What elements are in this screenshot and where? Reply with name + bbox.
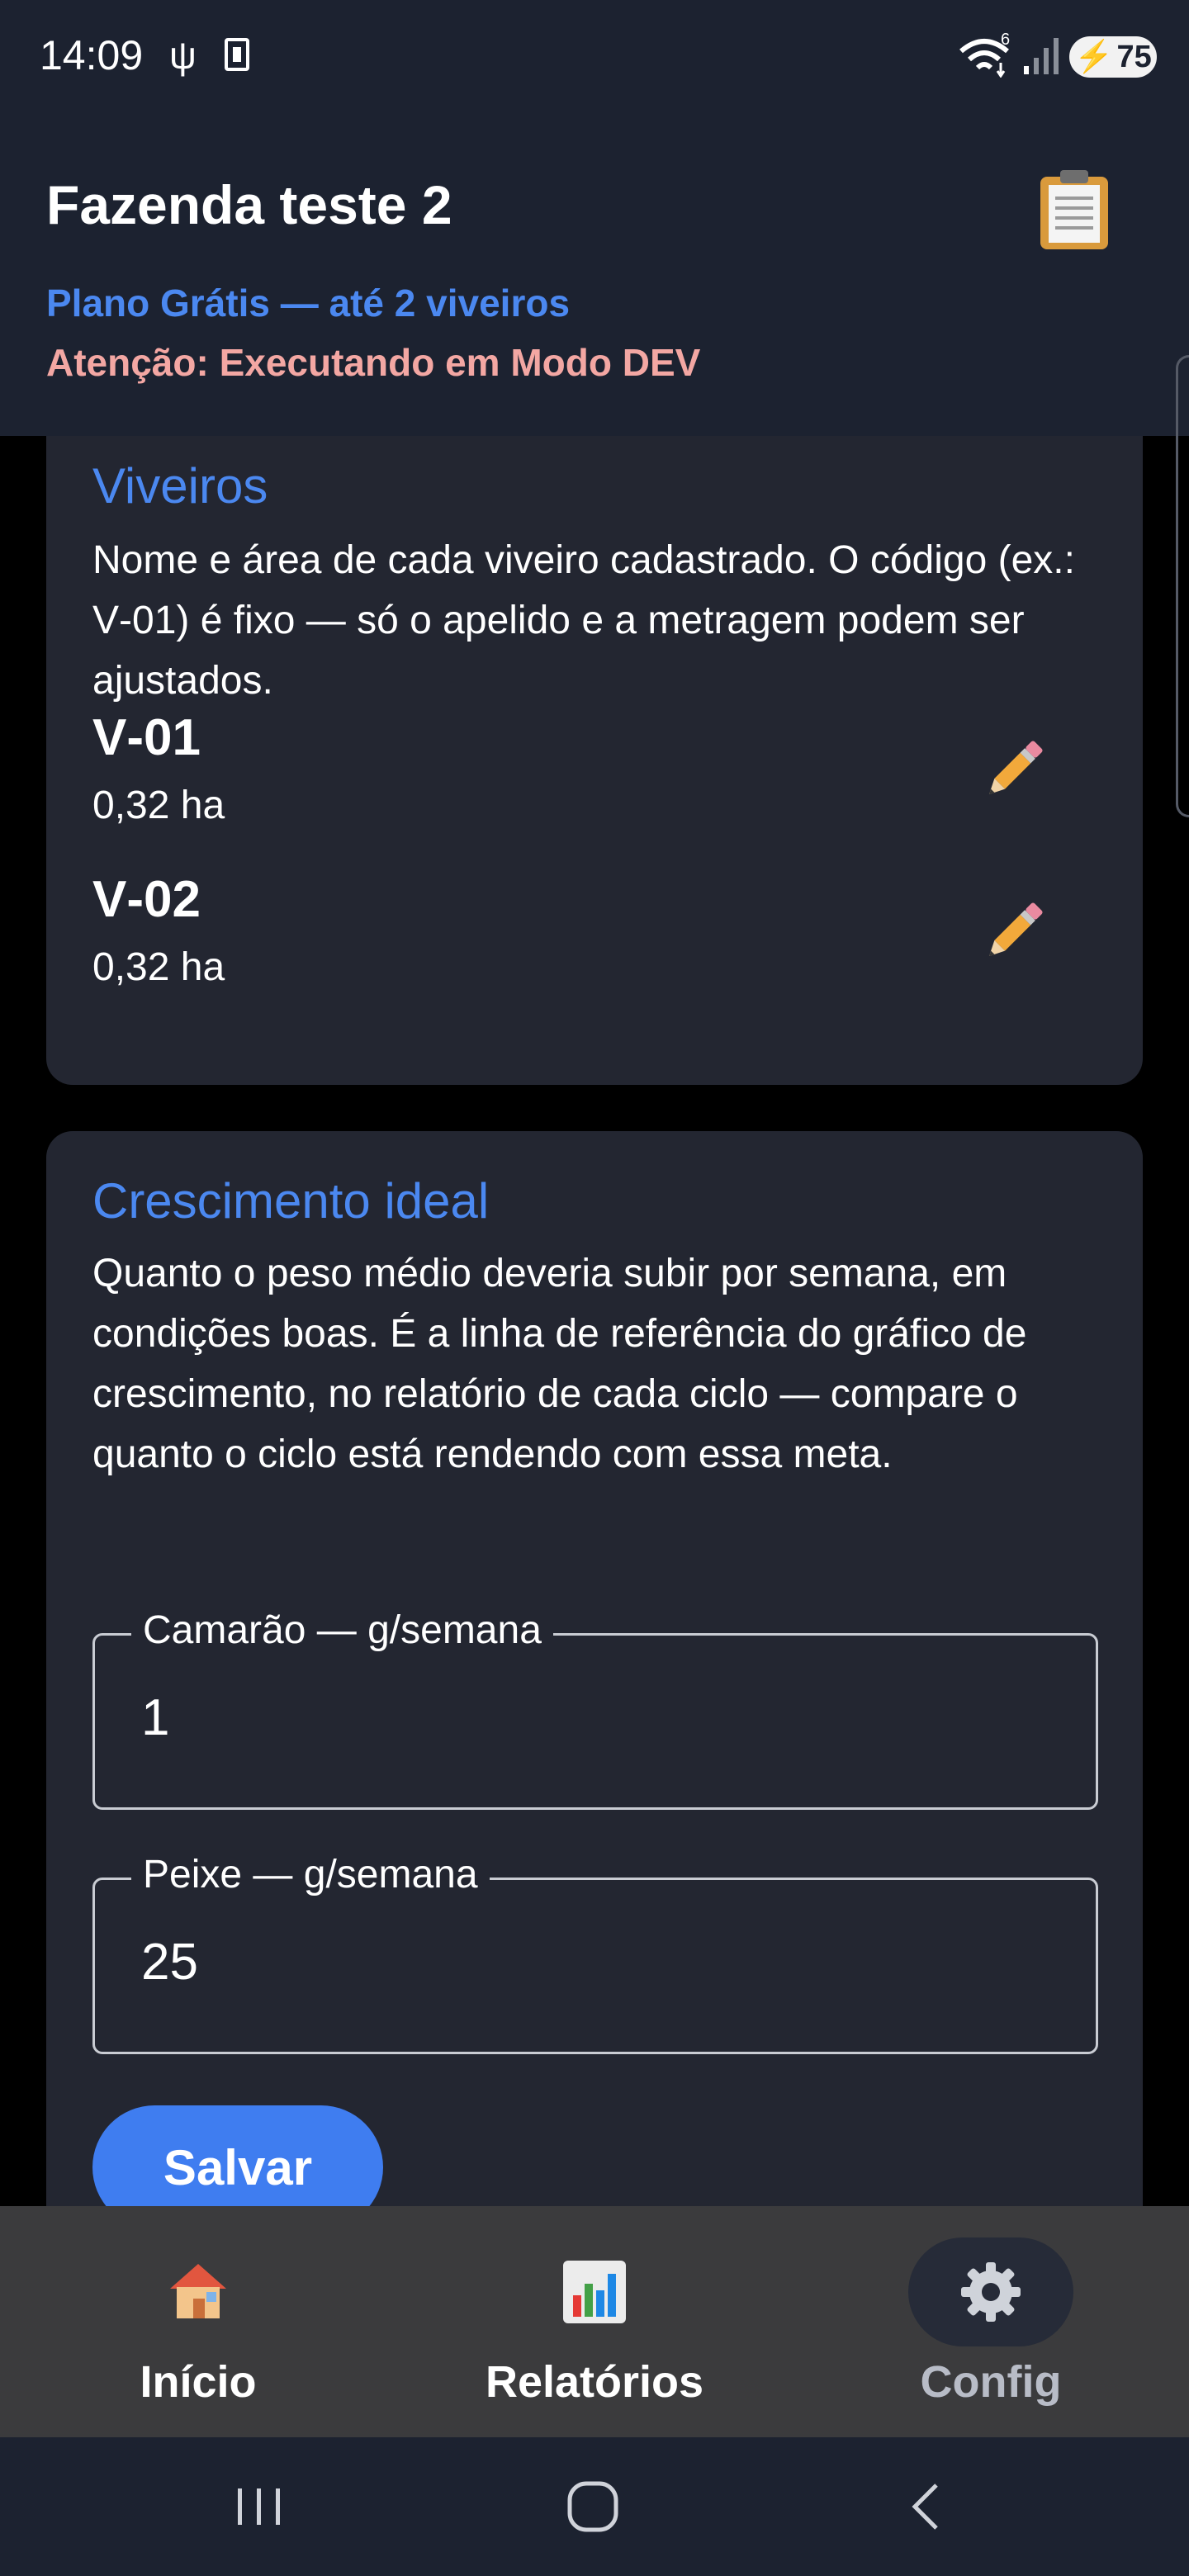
clipboard-icon[interactable] — [1039, 168, 1110, 251]
edge-panel-handle[interactable] — [1176, 355, 1189, 817]
wifi-badge: 6 — [1001, 33, 1010, 49]
battery-charging-icon: ⚡ — [1074, 40, 1114, 74]
clock: 14:09 — [40, 32, 144, 78]
pencil-icon[interactable] — [976, 733, 1050, 807]
bottom-navigation: Início Relatórios Config — [0, 2206, 1189, 2437]
farm-title: Fazenda teste 2 — [46, 174, 452, 235]
nav-label: Relatórios — [485, 2357, 704, 2407]
sim-card-icon — [225, 38, 249, 71]
pencil-icon[interactable] — [976, 895, 1050, 969]
fish-growth-label: Peixe — g/semana — [131, 1852, 490, 1897]
battery-level: 75 — [1116, 39, 1152, 74]
viveiro-item: V‑02 0,32 ha — [92, 870, 1100, 1019]
viveiro-code: V‑02 — [92, 871, 201, 928]
plan-info: Plano Grátis — até 2 viveiros — [46, 282, 571, 324]
crescimento-title: Crescimento ideal — [92, 1173, 490, 1229]
status-bar: 14:09 ψ 6 ⚡ 75 — [0, 0, 1189, 116]
back-icon[interactable] — [893, 2474, 959, 2540]
nav-item-config[interactable]: Config — [793, 2206, 1189, 2437]
shrimp-growth-value[interactable]: 1 — [141, 1688, 169, 1747]
usb-icon: ψ — [169, 34, 197, 77]
battery-indicator: ⚡ 75 — [1069, 36, 1157, 78]
app-header: Fazenda teste 2 Plano Grátis — até 2 viv… — [0, 116, 1189, 436]
shrimp-growth-label: Camarão — g/semana — [131, 1608, 553, 1653]
crescimento-description: Quanto o peso médio deveria subir por se… — [92, 1252, 1027, 1476]
save-button[interactable]: Salvar — [92, 2105, 383, 2206]
bar-chart-icon — [512, 2237, 677, 2346]
nav-item-relatorios[interactable]: Relatórios — [396, 2206, 793, 2437]
home-circle-icon[interactable] — [560, 2474, 626, 2540]
viveiros-title: Viveiros — [92, 458, 268, 514]
crescimento-card: Crescimento ideal Quanto o peso médio de… — [46, 1131, 1143, 2206]
fish-growth-field[interactable]: Peixe — g/semana 25 — [92, 1852, 1098, 2054]
nav-item-inicio[interactable]: Início — [0, 2206, 396, 2437]
wifi-icon: 6 — [959, 33, 1010, 78]
viveiro-item: V‑01 0,32 ha — [92, 708, 1100, 857]
nav-label: Início — [140, 2357, 257, 2407]
settings-content[interactable]: Viveiros Nome e área de cada viveiro cad… — [0, 436, 1189, 2206]
viveiros-card: Viveiros Nome e área de cada viveiro cad… — [46, 436, 1143, 1085]
viveiro-area: 0,32 ha — [92, 945, 225, 989]
dev-mode-warning: Atenção: Executando em Modo DEV — [46, 341, 701, 384]
viveiro-code: V‑01 — [92, 709, 201, 766]
house-icon — [116, 2237, 281, 2346]
fish-growth-value[interactable]: 25 — [141, 1933, 198, 1991]
viveiros-description: Nome e área de cada viveiro cadastrado. … — [92, 538, 1075, 703]
gear-icon — [908, 2237, 1073, 2346]
viveiro-area: 0,32 ha — [92, 784, 225, 827]
recents-icon[interactable] — [226, 2474, 292, 2540]
signal-icon — [1024, 38, 1059, 74]
nav-label: Config — [920, 2357, 1062, 2407]
system-navigation-bar — [0, 2437, 1189, 2576]
shrimp-growth-field[interactable]: Camarão — g/semana 1 — [92, 1608, 1098, 1810]
